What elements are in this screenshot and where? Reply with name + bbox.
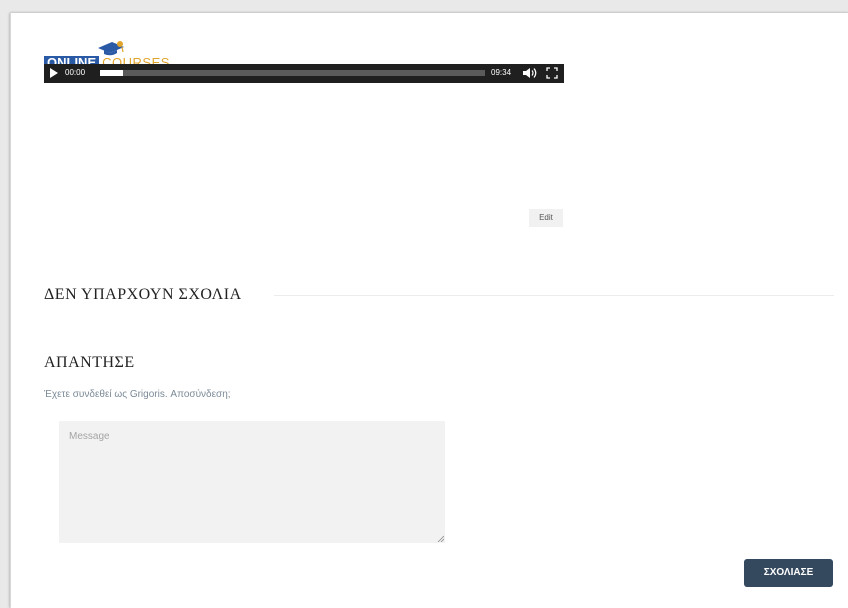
video-player[interactable]: ONLINE COURSES 00:00 09:34 [44,13,564,83]
edit-link[interactable]: Edit [529,209,563,227]
no-comments-heading: ΔΕΝ ΥΠΑΡΧΟΥΝ ΣΧΟΛΙΑ [44,284,258,306]
video-poster: ONLINE COURSES [44,13,564,70]
no-comments-section: ΔΕΝ ΥΠΑΡΧΟΥΝ ΣΧΟΛΙΑ [44,284,834,306]
volume-icon[interactable] [522,67,538,79]
seek-bar-buffered [100,70,124,76]
current-time: 00:00 [65,68,86,77]
heading-divider [274,295,834,296]
message-textarea[interactable] [59,421,445,543]
page-content: ONLINE COURSES 00:00 09:34 Edit ΔΕΝ ΥΠΑΡΧ… [10,13,848,608]
resize-handle-icon[interactable] [437,535,444,542]
reply-title: ΑΠΑΝΤΗΣΕ [44,354,135,371]
seek-bar[interactable] [100,70,485,76]
logged-in-as: Έχετε συνδεθεί ως Grigoris. Αποσύνδεση; [44,388,231,402]
logged-in-prefix: Έχετε συνδεθεί ως [44,389,130,400]
duration-time: 09:34 [491,68,512,77]
fullscreen-icon[interactable] [546,67,558,79]
video-controls: 00:00 09:34 [44,64,564,83]
user-profile-link[interactable]: Grigoris [130,389,165,400]
graduation-cap-icon [98,41,124,56]
submit-comment-button[interactable]: ΣΧΟΛΙΑΣΕ [744,559,833,587]
logout-link[interactable]: Αποσύνδεση; [170,389,230,400]
play-icon[interactable] [50,68,58,78]
